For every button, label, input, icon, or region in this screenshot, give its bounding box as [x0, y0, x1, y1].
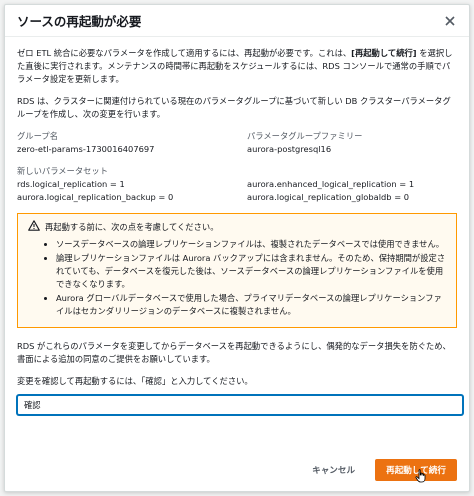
close-icon[interactable] — [441, 12, 459, 30]
confirm-label: 変更を確認して再起動するには、「確認」と入力してください。 — [17, 376, 253, 386]
warning-icon — [28, 220, 45, 235]
dialog-body: ゼロ ETL 統合に必要なパラメータを作成して適用するには、再起動が必要です。こ… — [5, 37, 469, 415]
rds-paragraph: RDS は、クラスターに関連付けられている現在のパラメータグループに基づいて新し… — [17, 96, 451, 119]
warning-heading: 再起動する前に、次の点を考慮してください。 — [45, 222, 219, 232]
dialog-title: ソースの再起動が必要 — [17, 14, 142, 29]
family-column: パラメータグループファミリー aurora-postgresql16 — [237, 130, 457, 156]
cancel-button[interactable]: キャンセル — [312, 464, 355, 476]
warning-item: 論理レプリケーションファイルは Aurora バックアップには含まれません。その… — [56, 252, 446, 291]
param-item: aurora.enhanced_logical_replication = 1 — [247, 179, 415, 189]
family-value: aurora-postgresql16 — [247, 144, 332, 154]
hand-cursor-icon — [415, 468, 427, 487]
warning-header: 再起動する前に、次の点を考慮してください。 — [28, 220, 446, 235]
dialog-header: ソースの再起動が必要 — [5, 5, 469, 37]
new-params-label: 新しいパラメータセット — [17, 166, 109, 176]
family-label: パラメータグループファミリー — [247, 131, 363, 141]
new-params-grid: rds.logical_replication = 1 aurora.logic… — [17, 178, 457, 204]
param-item: rds.logical_replication = 1 — [17, 179, 125, 189]
warning-item: Aurora グローバルデータベースで使用した場合、プライマリデータベースの論理… — [56, 292, 446, 318]
restart-required-dialog: ソースの再起動が必要 ゼロ ETL 統合に必要なパラメータを作成して適用するには… — [4, 4, 470, 492]
param-item: aurora.logical_replication_globaldb = 0 — [247, 192, 410, 202]
consent-paragraph: RDS がこれらのパラメータを変更してからデータベースを再起動できるようにし、偶… — [17, 341, 451, 364]
intro-text-1: ゼロ ETL 統合に必要なパラメータを作成して適用するには、再起動が必要です。こ… — [17, 48, 352, 58]
new-params-section: 新しいパラメータセット rds.logical_replication = 1 … — [17, 165, 457, 204]
group-name-column: グループ名 zero-etl-params-1730016407697 — [17, 130, 237, 156]
intro-paragraph: ゼロ ETL 統合に必要なパラメータを作成して適用するには、再起動が必要です。こ… — [17, 47, 457, 86]
params-right-column: aurora.enhanced_logical_replication = 1 … — [237, 178, 457, 204]
param-item: aurora.logical_replication_backup = 0 — [17, 192, 174, 202]
group-name-label: グループ名 — [17, 131, 58, 141]
intro-bold-text: [再起動して続行] — [351, 48, 417, 58]
group-name-value: zero-etl-params-1730016407697 — [17, 144, 155, 154]
confirm-input[interactable] — [17, 395, 463, 415]
dialog-footer: キャンセル 再起動して続行 — [312, 459, 457, 481]
warning-list: ソースデータベースの論理レプリケーションファイルは、複製されたデータベースでは使… — [28, 238, 446, 318]
warning-item: ソースデータベースの論理レプリケーションファイルは、複製されたデータベースでは使… — [56, 238, 446, 251]
group-info: グループ名 zero-etl-params-1730016407697 パラメー… — [17, 130, 457, 156]
params-left-column: rds.logical_replication = 1 aurora.logic… — [17, 178, 237, 204]
warning-alert: 再起動する前に、次の点を考慮してください。 ソースデータベースの論理レプリケーシ… — [17, 213, 457, 328]
